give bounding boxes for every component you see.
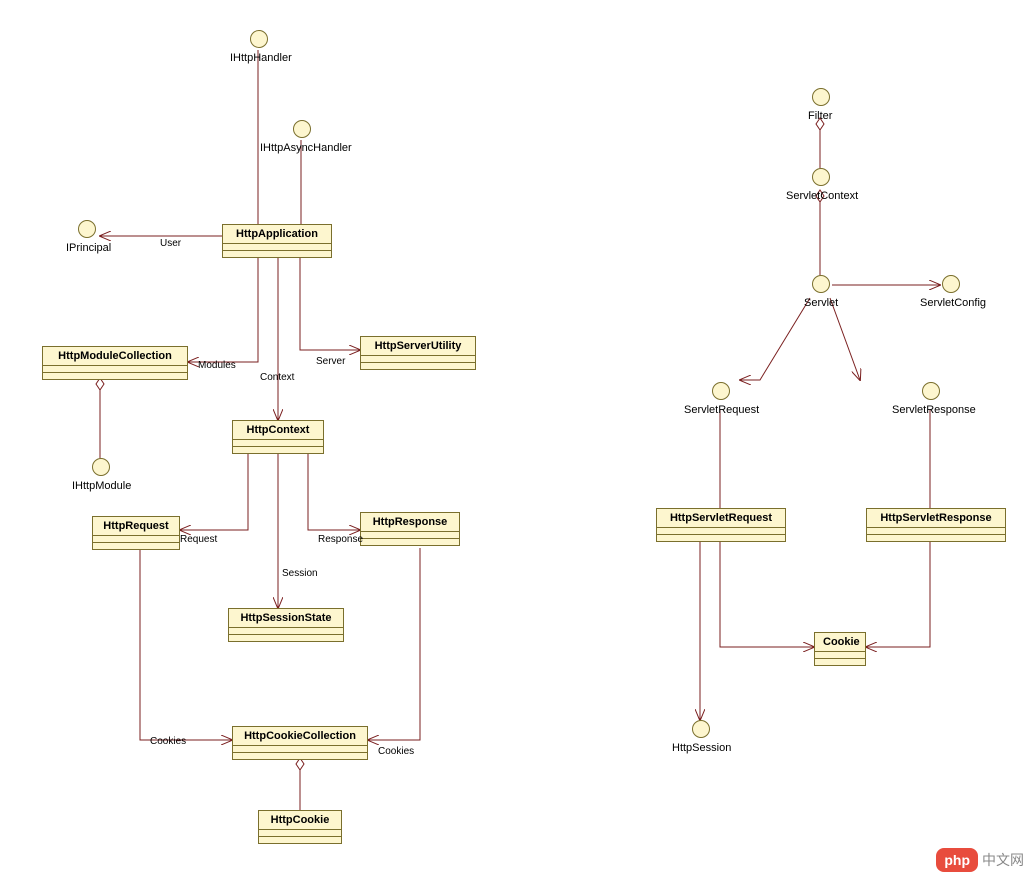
class-httpcookie-title: HttpCookie — [259, 811, 341, 830]
interface-servletrequest-icon — [712, 382, 730, 400]
class-httpserverutility-title: HttpServerUtility — [361, 337, 475, 356]
edge-server-label: Server — [316, 356, 345, 367]
class-httpcookiecollection-title: HttpCookieCollection — [233, 727, 367, 746]
class-httprequest: HttpRequest — [92, 516, 180, 550]
interface-ihttphandler-label: IHttpHandler — [230, 52, 292, 64]
class-httpservletrequest: HttpServletRequest — [656, 508, 786, 542]
class-httpmodulecollection: HttpModuleCollection — [42, 346, 188, 380]
class-httpcontext-title: HttpContext — [233, 421, 323, 440]
interface-servletconfig-label: ServletConfig — [920, 297, 986, 309]
interface-servletconfig-icon — [942, 275, 960, 293]
class-httpcookiecollection: HttpCookieCollection — [232, 726, 368, 760]
interface-ihttpmodule-icon — [92, 458, 110, 476]
interface-servlet-icon — [812, 275, 830, 293]
interface-servletrequest-label: ServletRequest — [684, 404, 759, 416]
interface-filter-label: Filter — [808, 110, 832, 122]
watermark-text: 中文网 — [982, 850, 1024, 870]
edge-response-label: Response — [318, 534, 363, 545]
class-cookie: Cookie — [814, 632, 866, 666]
class-httpapplication: HttpApplication — [222, 224, 332, 258]
class-cookie-title: Cookie — [815, 633, 865, 652]
class-httpresponse: HttpResponse — [360, 512, 460, 546]
interface-ihttphandler-icon — [250, 30, 268, 48]
diagram-connectors — [0, 0, 1034, 882]
class-httpservletresponse-title: HttpServletResponse — [867, 509, 1005, 528]
interface-ihttpasynchandler-icon — [293, 120, 311, 138]
interface-filter-icon — [812, 88, 830, 106]
edge-request-label: Request — [180, 534, 217, 545]
class-httpmodulecollection-title: HttpModuleCollection — [43, 347, 187, 366]
interface-servletcontext-label: ServletContext — [786, 190, 858, 202]
interface-httpsession-icon — [692, 720, 710, 738]
interface-servletresponse-label: ServletResponse — [892, 404, 976, 416]
class-httpsessionstate: HttpSessionState — [228, 608, 344, 642]
edge-context-label: Context — [260, 372, 294, 383]
edge-cookies2-label: Cookies — [378, 746, 414, 757]
class-httpserverutility: HttpServerUtility — [360, 336, 476, 370]
interface-iprincipal-label: IPrincipal — [66, 242, 111, 254]
interface-ihttpasynchandler-label: IHttpAsyncHandler — [260, 142, 352, 154]
class-httpcontext: HttpContext — [232, 420, 324, 454]
class-httpapplication-title: HttpApplication — [223, 225, 331, 244]
interface-servlet-label: Servlet — [804, 297, 838, 309]
class-httpservletresponse: HttpServletResponse — [866, 508, 1006, 542]
uml-diagram: IHttpHandler IHttpAsyncHandler IPrincipa… — [0, 0, 1034, 882]
interface-ihttpmodule-label: IHttpModule — [72, 480, 131, 492]
class-httpcookie: HttpCookie — [258, 810, 342, 844]
watermark: php 中文网 — [936, 848, 1024, 872]
interface-httpsession-label: HttpSession — [672, 742, 731, 754]
class-httpservletrequest-title: HttpServletRequest — [657, 509, 785, 528]
class-httpresponse-title: HttpResponse — [361, 513, 459, 532]
interface-servletresponse-icon — [922, 382, 940, 400]
edge-modules-label: Modules — [198, 360, 236, 371]
watermark-logo: php — [936, 848, 978, 872]
class-httprequest-title: HttpRequest — [93, 517, 179, 536]
edge-session-label: Session — [282, 568, 318, 579]
class-httpsessionstate-title: HttpSessionState — [229, 609, 343, 628]
interface-iprincipal-icon — [78, 220, 96, 238]
edge-cookies1-label: Cookies — [150, 736, 186, 747]
edge-user-label: User — [160, 238, 181, 249]
interface-servletcontext-icon — [812, 168, 830, 186]
